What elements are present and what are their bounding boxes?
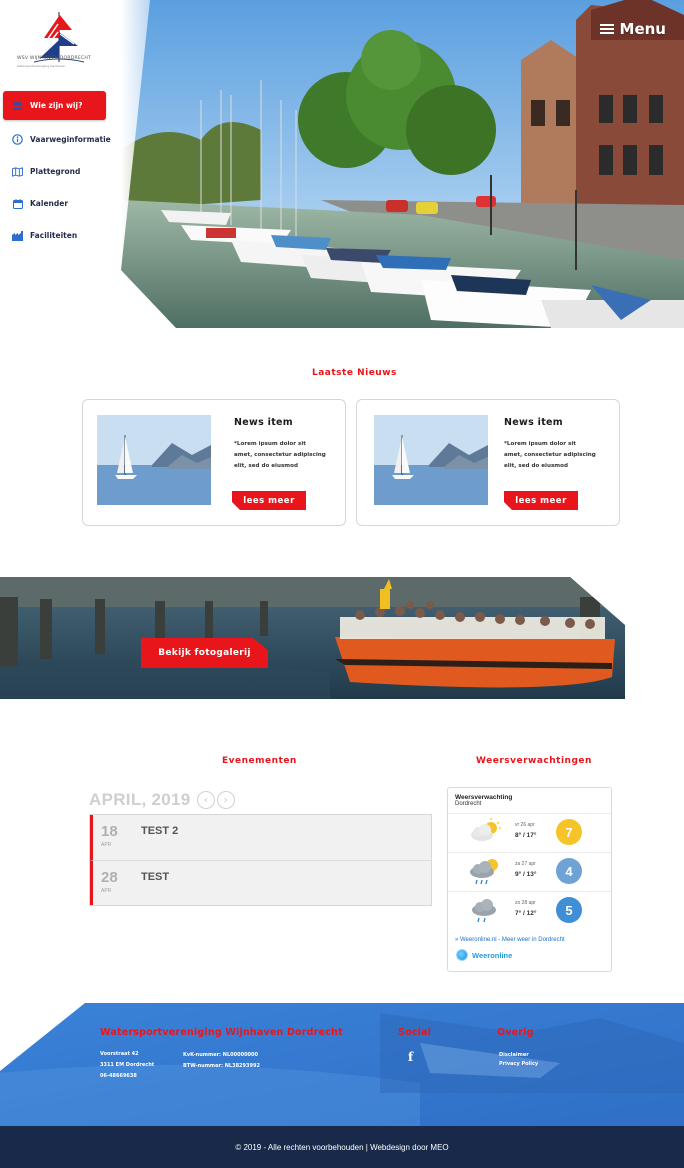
weather-widget: Weersverwachting Dordrecht vr 26 apr 8° … (447, 787, 612, 972)
sidebar: WSV WIJNHAVEN DORDRECHT watersportvereni… (0, 0, 121, 300)
footer-registration: KvK-nummer: NL00000000 BTW-nummer: NL382… (183, 1050, 260, 1072)
weeronline-logo[interactable]: Weeronline (456, 949, 512, 961)
weather-score-badge: 7 (556, 819, 582, 845)
address-city: 3311 EM Dordrecht (100, 1062, 155, 1068)
logo-subtitle: watersportvereniging wijnhaven (17, 64, 66, 68)
events-section-title: Evenementen (222, 756, 297, 766)
kvk-number: KvK-nummer: NL00000000 (183, 1052, 258, 1058)
privacy-policy-link[interactable]: Privacy Policy (499, 1060, 538, 1069)
weather-section-title: Weersverwachtingen (476, 756, 592, 766)
calendar-header: APRIL, 2019 ‹ › (89, 790, 235, 810)
calendar-month: APRIL, 2019 (89, 790, 191, 809)
copyright-bar: © 2019 - Alle rechten voorbehouden | Web… (0, 1126, 684, 1168)
sidebar-item-label: Kalender (30, 199, 69, 208)
address-phone: 06-48669638 (100, 1073, 137, 1079)
weather-date: za 27 apr (515, 861, 536, 867)
address-street: Voorstraat 42 (100, 1051, 139, 1057)
menu-label: Menu (619, 20, 666, 38)
facebook-icon[interactable]: f (408, 1050, 418, 1064)
users-icon (12, 100, 23, 111)
read-more-button[interactable]: lees meer (504, 491, 578, 510)
prev-month-button[interactable]: ‹ (196, 791, 215, 809)
weather-score-badge: 5 (556, 897, 582, 923)
map-icon (12, 166, 23, 177)
event-day: 18 (101, 823, 118, 840)
btw-number: BTW-nummer: NL38293992 (183, 1063, 260, 1069)
footer-other-links: Disclaimer Privacy Policy (499, 1051, 538, 1069)
gallery-button[interactable]: Bekijk fotogalerij (141, 638, 268, 668)
read-more-button[interactable]: lees meer (232, 491, 306, 510)
menu-button[interactable]: Menu (599, 20, 666, 38)
sidebar-item-faciliteiten[interactable]: Faciliteiten (3, 221, 106, 250)
sidebar-item-label: Faciliteiten (30, 231, 78, 240)
weather-day-row: zo 28 apr 7° / 12° 5 (448, 891, 611, 929)
news-card[interactable]: News item *Lorem ipsum dolor sit amet, c… (356, 399, 620, 526)
next-month-button[interactable]: › (216, 791, 235, 809)
gallery-banner-image (0, 577, 625, 699)
logo-text: WSV WIJNHAVEN DORDRECHT (17, 56, 92, 61)
news-card[interactable]: News item *Lorem ipsum dolor sit amet, c… (82, 399, 346, 526)
footer-club-title: Watersportvereniging Wijnhaven Dordrecht (100, 1027, 343, 1038)
weeronline-logo-text: Weeronline (472, 950, 513, 960)
weeronline-link[interactable]: » Weeronline.nl - Meer weer in Dordrecht (455, 937, 565, 943)
rain-icon (472, 899, 496, 923)
sidebar-item-label: Vaarweginformatie (30, 135, 111, 144)
sidebar-item-label: Wie zijn wij? (30, 101, 83, 110)
weather-temp: 9° / 13° (515, 871, 537, 878)
footer-social-title: Social (398, 1027, 432, 1038)
event-month: APR (101, 842, 112, 848)
news-excerpt: *Lorem ipsum dolor sit amet, consectetur… (504, 441, 596, 469)
weather-day-row: za 27 apr 9° / 13° 4 (448, 852, 611, 890)
event-item[interactable]: 28 APR TEST (90, 860, 431, 905)
weather-date: vr 26 apr (515, 822, 535, 828)
event-item[interactable]: 18 APR TEST 2 (90, 815, 431, 860)
footer-address: Voorstraat 42 3311 EM Dordrecht 06-48669… (100, 1049, 154, 1082)
sidebar-item-label: Plattegrond (30, 167, 81, 176)
news-title: News item (504, 417, 563, 428)
facilities-icon (12, 230, 23, 241)
disclaimer-link[interactable]: Disclaimer (499, 1051, 538, 1060)
sidebar-item-plattegrond[interactable]: Plattegrond (3, 157, 106, 186)
news-thumbnail (374, 415, 488, 505)
events-list: 18 APR TEST 2 28 APR TEST (89, 814, 432, 906)
weather-day-row: vr 26 apr 8° / 17° 7 (448, 813, 611, 851)
event-day: 28 (101, 869, 118, 886)
weather-widget-title: Weersverwachting (455, 794, 513, 801)
calendar-icon (12, 198, 23, 209)
news-section-title: Laatste Nieuws (312, 368, 397, 378)
weather-date: zo 28 apr (515, 900, 536, 906)
info-icon (12, 134, 23, 145)
sun-rain-icon (470, 859, 498, 885)
event-month: APR (101, 888, 112, 894)
weather-temp: 7° / 12° (515, 910, 537, 917)
footer-other-title: Overig (497, 1027, 534, 1038)
weather-score-badge: 4 (556, 858, 582, 884)
event-name: TEST (141, 871, 170, 883)
partly-cloudy-icon (471, 818, 501, 841)
sidebar-item-wie-zijn-wij[interactable]: Wie zijn wij? (3, 91, 106, 120)
news-excerpt: *Lorem ipsum dolor sit amet, consectetur… (234, 441, 326, 469)
chevron-right-icon: › (223, 794, 228, 806)
club-logo[interactable] (14, 10, 88, 70)
news-thumbnail (97, 415, 211, 505)
hero-image (121, 0, 684, 328)
sidebar-item-vaarweginformatie[interactable]: Vaarweginformatie (3, 125, 111, 154)
sidebar-item-kalender[interactable]: Kalender (3, 189, 106, 218)
chevron-left-icon: ‹ (203, 794, 208, 806)
weeronline-globe-icon (456, 949, 468, 961)
weather-city: Dordrecht (455, 801, 482, 807)
weather-temp: 8° / 17° (515, 832, 537, 839)
copyright-text: © 2019 - Alle rechten voorbehouden | Web… (235, 1142, 449, 1152)
hamburger-icon (599, 24, 614, 34)
news-title: News item (234, 417, 293, 428)
event-name: TEST 2 (141, 825, 179, 837)
